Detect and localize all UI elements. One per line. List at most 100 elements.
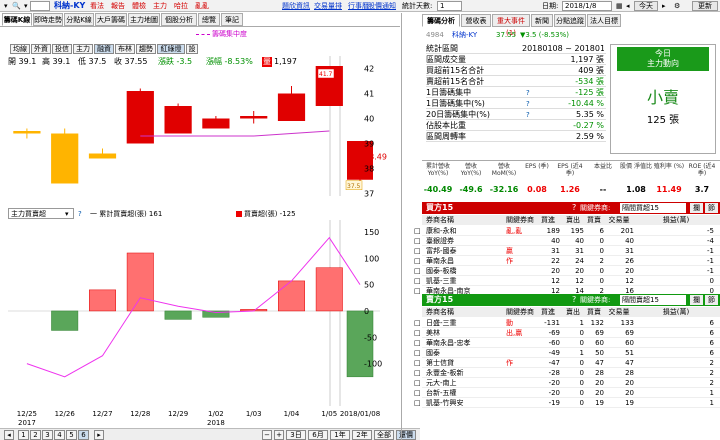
stock-change: ▼3.5 (-8.53%) [520,31,569,39]
table-row[interactable]: □ 美林 出,贏 -69 0 69 69 6 [414,328,720,338]
help-icon[interactable]: ? [572,202,578,214]
toolbar-link-4[interactable]: 哈拉 [172,1,190,11]
stats-panel: 4984 科納-KY 37.55 ▼3.5 (-8.53%) 統計區間 20180… [422,30,720,155]
table-row[interactable]: □ 凱基-竹興安 -19 0 19 19 1 [414,398,720,408]
tab-left-3[interactable]: 大戶籌碼 [95,13,127,26]
chevron-right-icon[interactable]: ▸ [94,430,104,440]
zoom-out-icon[interactable]: − [262,430,272,440]
tab-left-4[interactable]: 主力地圖 [128,13,160,26]
tab-right-0[interactable]: 籌碼分析 [422,14,460,27]
table-row[interactable]: □ 華南永昌 作 22 24 2 26 -1 [414,256,720,266]
date-input[interactable]: 2018/1/8 [562,1,612,11]
range-button-3[interactable]: 2年 [352,430,372,440]
chart-chip-2[interactable]: 投信 [52,44,72,54]
tab-right-2[interactable]: 重大事件(1) [492,14,530,37]
x-tick-label: 12/25 [17,410,37,418]
chart-chip-6[interactable]: 趨勢 [136,44,156,54]
toolbar-right-link-3[interactable]: 股價通知 [366,1,398,11]
chart-chip-4[interactable]: 融資 [94,44,114,54]
range-button-0[interactable]: 3日 [286,430,306,440]
chart-chip-0[interactable]: 均線 [10,44,30,54]
column-header: 關鍵券商 [506,216,534,224]
table-row[interactable]: □ 台新-五權 -20 0 20 20 1 [414,388,720,398]
stat-label: 賣超前15名合計 [426,77,485,86]
toolbar-link-2[interactable]: 體檢 [130,1,148,11]
tab-left-6[interactable]: 總覽 [198,13,220,26]
range-button-5[interactable]: 還價 [396,430,416,440]
table-row[interactable]: □ 永豐金-板新 -28 0 28 28 2 [414,368,720,378]
table-cell: 0 [709,277,714,285]
prev-day-icon[interactable]: ◂ [624,1,632,11]
toolbar-right-link-1[interactable]: 交易量排 [312,1,344,11]
indicator-select[interactable]: 主力買賣超 ▾ [8,208,74,219]
tab-left-2[interactable]: 分點K線 [64,13,94,26]
checkbox-icon: □ [414,359,421,367]
today-button[interactable]: 今天 [634,1,658,11]
search-icon[interactable]: 🔍 [10,1,23,11]
tab-right-4[interactable]: 分點追蹤 [554,14,586,27]
tab-left-7[interactable]: 筆記 [221,13,243,26]
help-icon[interactable]: ? [572,294,578,306]
toolbar-link-0[interactable]: 看法 [88,1,106,11]
tab-left-5[interactable]: 個股分析 [161,13,197,26]
settings-icon[interactable]: ⚙ [672,1,682,11]
tab-right-1[interactable]: 營收表 [461,14,491,27]
page-button-6[interactable]: 6 [78,430,89,440]
tab-right-5[interactable]: 法人目標 [587,14,621,27]
tab-left-0[interactable]: 籌碼K線 [2,13,32,26]
table-cell: 20 [625,267,634,275]
stock-code-input[interactable] [30,1,50,11]
today-title: 今日 [655,49,671,58]
dropdown-arrow-icon[interactable]: ▾ [22,1,30,11]
chart-chip-3[interactable]: 主力 [73,44,93,54]
candle-body [240,116,268,119]
dropdown-arrow-icon[interactable]: ▾ [2,1,10,11]
table-row[interactable]: □ 日盛-三重 動 -131 1 132 133 6 [414,318,720,328]
table-row[interactable]: □ 富邦-國泰 贏 31 31 0 31 -1 [414,246,720,256]
refresh-button[interactable]: 更新 [692,1,718,11]
broker-select[interactable]: 隔間買超15 [620,203,686,213]
section-button-2[interactable]: 節 [705,203,718,213]
chart-chip-7[interactable]: 紅綠燈 [157,44,185,54]
zoom-in-icon[interactable]: + [274,430,284,440]
page-button-2[interactable]: 2 [30,430,41,440]
next-day-icon[interactable]: ▸ [660,1,668,11]
section-button-1[interactable]: 攔 [690,295,703,305]
table-row[interactable]: □ 華南永昌-忠孝 -60 0 60 60 6 [414,338,720,348]
column-header: 買賣 [587,216,601,224]
toolbar-link-3[interactable]: 主力 [151,1,169,11]
range-button-4[interactable]: 全部 [374,430,394,440]
table-row[interactable]: □ 第士信貸 作 -47 0 47 47 2 [414,358,720,368]
table-row[interactable]: □ 國泰-板橋 20 20 0 20 -1 [414,266,720,276]
table-row[interactable]: □ 凱基-三重 12 12 0 12 0 [414,276,720,286]
tab-left-1[interactable]: 即時走勢 [33,13,63,26]
scroll-left-icon[interactable]: ◂ [4,430,14,440]
table-row[interactable]: □ 元大-南上 -20 0 20 20 2 [414,378,720,388]
column-header: 買進 [541,308,555,316]
days-select[interactable]: 1 [437,1,462,11]
tab-right-3[interactable]: 新聞 [531,14,553,27]
chart-chip-5[interactable]: 布林 [115,44,135,54]
chart-chip-8[interactable]: 設 [186,44,198,54]
candlestick-chart[interactable]: 37 38 39 40 41 42 38.49 41.7 37.5 [0,56,400,198]
page-button-3[interactable]: 3 [42,430,53,440]
stat-value: -10.44 % [568,99,604,108]
range-button-2[interactable]: 1年 [330,430,350,440]
metric-header: EPS (近4季) [557,163,583,177]
toolbar-link-1[interactable]: 報告 [109,1,127,11]
toolbar-right-link-0[interactable]: 題欣資訊 [280,1,312,11]
section-button-1[interactable]: 攔 [690,203,703,213]
toolbar-link-5[interactable]: 亂亂 [193,1,211,11]
section-button-2[interactable]: 節 [705,295,718,305]
broker-net-chart[interactable]: 150 100 50 0 -50 -100 12/25 12/26 12/27 12/28 12/2… [0,220,400,428]
chart-chip-1[interactable]: 外資 [31,44,51,54]
table-row[interactable]: □ 國泰 -49 1 50 51 6 [414,348,720,358]
candle-body [88,153,117,159]
range-button-1[interactable]: 6月 [308,430,328,440]
page-button-1[interactable]: 1 [18,430,29,440]
page-button-5[interactable]: 5 [66,430,77,440]
broker-select[interactable]: 隔間賣超15 [620,295,686,305]
table-row[interactable]: □ 臺銀證券 40 40 0 40 -4 [414,236,720,246]
table-row[interactable]: □ 康和-永和 亂,亂 189 195 6 201 -5 [414,226,720,236]
page-button-4[interactable]: 4 [54,430,65,440]
